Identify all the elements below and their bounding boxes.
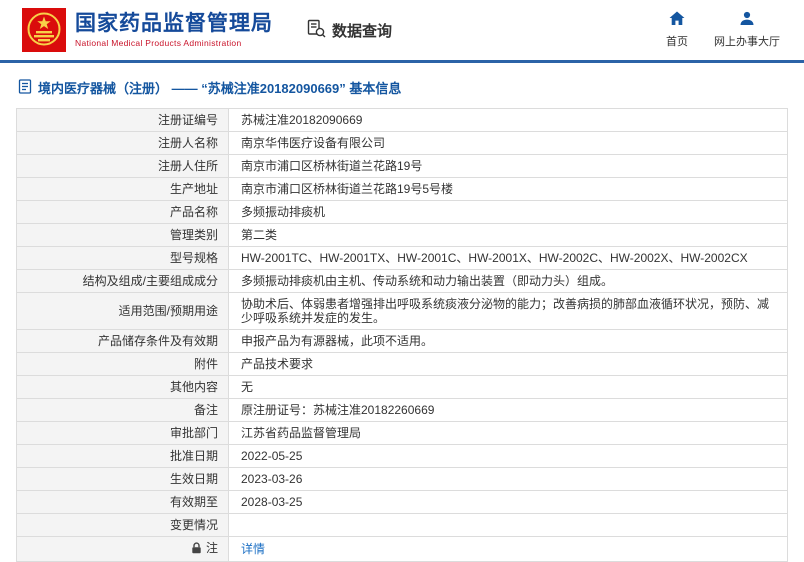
table-row-remarks: 备注 原注册证号：苏械注准20182260669 <box>17 399 788 422</box>
table-row-other-content: 其他内容 无 <box>17 376 788 399</box>
data-query-icon <box>307 19 326 42</box>
table-row-production-address: 生产地址 南京市浦口区桥林街道兰花路19号5号楼 <box>17 178 788 201</box>
row-label: 变更情况 <box>17 514 229 537</box>
registration-info-table: 注册证编号 苏械注准20182090669 注册人名称 南京华伟医疗设备有限公司… <box>16 108 788 562</box>
table-row-effective-date: 生效日期 2023-03-26 <box>17 468 788 491</box>
row-label: 产品名称 <box>17 201 229 224</box>
note-label: 注 <box>206 541 218 555</box>
home-icon <box>669 11 685 29</box>
row-label: 批准日期 <box>17 445 229 468</box>
row-value: 申报产品为有源器械，此项不适用。 <box>229 330 788 353</box>
nav-service-hall[interactable]: 网上办事大厅 <box>714 11 780 49</box>
row-label: 审批部门 <box>17 422 229 445</box>
row-label: 适用范围/预期用途 <box>17 293 229 330</box>
table-row-approval-date: 批准日期 2022-05-25 <box>17 445 788 468</box>
row-label: 产品储存条件及有效期 <box>17 330 229 353</box>
table-row-approval-department: 审批部门 江苏省药品监督管理局 <box>17 422 788 445</box>
row-value: 南京华伟医疗设备有限公司 <box>229 132 788 155</box>
row-value: 2022-05-25 <box>229 445 788 468</box>
row-label: 注册人名称 <box>17 132 229 155</box>
table-row-expiry-date: 有效期至 2028-03-25 <box>17 491 788 514</box>
row-label: 生效日期 <box>17 468 229 491</box>
row-value: 多频振动排痰机由主机、传动系统和动力输出装置（即动力头）组成。 <box>229 270 788 293</box>
row-value: 南京市浦口区桥林街道兰花路19号5号楼 <box>229 178 788 201</box>
row-label: 注册人住所 <box>17 155 229 178</box>
table-row-structure-composition: 结构及组成/主要组成成分 多频振动排痰机由主机、传动系统和动力输出装置（即动力头… <box>17 270 788 293</box>
row-value: 协助术后、体弱患者增强排出呼吸系统痰液分泌物的能力；改善病损的肺部血液循环状况，… <box>229 293 788 330</box>
table-row-intended-use: 适用范围/预期用途 协助术后、体弱患者增强排出呼吸系统痰液分泌物的能力；改善病损… <box>17 293 788 330</box>
national-emblem-logo <box>22 8 66 52</box>
agency-name-en: National Medical Products Administration <box>75 38 273 48</box>
row-value: 详情 <box>229 537 788 562</box>
person-icon <box>739 11 755 29</box>
row-value: 产品技术要求 <box>229 353 788 376</box>
row-label: 有效期至 <box>17 491 229 514</box>
row-label: 注册证编号 <box>17 109 229 132</box>
site-header: 国家药品监督管理局 National Medical Products Admi… <box>0 0 804 60</box>
row-label: 管理类别 <box>17 224 229 247</box>
row-label: 其他内容 <box>17 376 229 399</box>
table-row-model-spec: 型号规格 HW-2001TC、HW-2001TX、HW-2001C、HW-200… <box>17 247 788 270</box>
brand-text: 国家药品监督管理局 National Medical Products Admi… <box>75 12 273 48</box>
nav-home-label: 首页 <box>666 33 688 49</box>
row-label: 注 <box>17 537 229 562</box>
data-query-label: 数据查询 <box>332 20 392 41</box>
page-title: 境内医疗器械（注册） —— “苏械注准20182090669” 基本信息 <box>38 78 401 97</box>
row-value: 江苏省药品监督管理局 <box>229 422 788 445</box>
row-label: 结构及组成/主要组成成分 <box>17 270 229 293</box>
row-label: 型号规格 <box>17 247 229 270</box>
row-value: 南京市浦口区桥林街道兰花路19号 <box>229 155 788 178</box>
table-row-note: 注 详情 <box>17 537 788 562</box>
row-value: 2023-03-26 <box>229 468 788 491</box>
row-label: 附件 <box>17 353 229 376</box>
row-value: 苏械注准20182090669 <box>229 109 788 132</box>
table-row-attachment: 附件 产品技术要求 <box>17 353 788 376</box>
table-row-registrant-address: 注册人住所 南京市浦口区桥林街道兰花路19号 <box>17 155 788 178</box>
row-value: HW-2001TC、HW-2001TX、HW-2001C、HW-2001X、HW… <box>229 247 788 270</box>
breadcrumb: 境内医疗器械（注册） —— “苏械注准20182090669” 基本信息 <box>18 78 788 97</box>
row-label: 备注 <box>17 399 229 422</box>
table-row-registrant-name: 注册人名称 南京华伟医疗设备有限公司 <box>17 132 788 155</box>
data-query-nav[interactable]: 数据查询 <box>307 19 392 42</box>
agency-name-cn: 国家药品监督管理局 <box>75 12 273 36</box>
nav-home[interactable]: 首页 <box>666 11 688 49</box>
row-value: 2028-03-25 <box>229 491 788 514</box>
table-row-product-name: 产品名称 多频振动排痰机 <box>17 201 788 224</box>
document-icon <box>18 79 32 97</box>
nav-service-hall-label: 网上办事大厅 <box>714 33 780 49</box>
lock-icon <box>191 542 202 557</box>
header-nav: 首页 网上办事大厅 <box>666 11 786 49</box>
row-value: 多频振动排痰机 <box>229 201 788 224</box>
main-content: 境内医疗器械（注册） —— “苏械注准20182090669” 基本信息 注册证… <box>0 63 804 562</box>
brand[interactable]: 国家药品监督管理局 National Medical Products Admi… <box>22 8 273 52</box>
row-value: 原注册证号：苏械注准20182260669 <box>229 399 788 422</box>
table-row-reg-number: 注册证编号 苏械注准20182090669 <box>17 109 788 132</box>
table-row-change-status: 变更情况 <box>17 514 788 537</box>
row-value <box>229 514 788 537</box>
table-row-storage-validity: 产品储存条件及有效期 申报产品为有源器械，此项不适用。 <box>17 330 788 353</box>
row-value: 第二类 <box>229 224 788 247</box>
row-value: 无 <box>229 376 788 399</box>
table-row-management-class: 管理类别 第二类 <box>17 224 788 247</box>
row-label: 生产地址 <box>17 178 229 201</box>
